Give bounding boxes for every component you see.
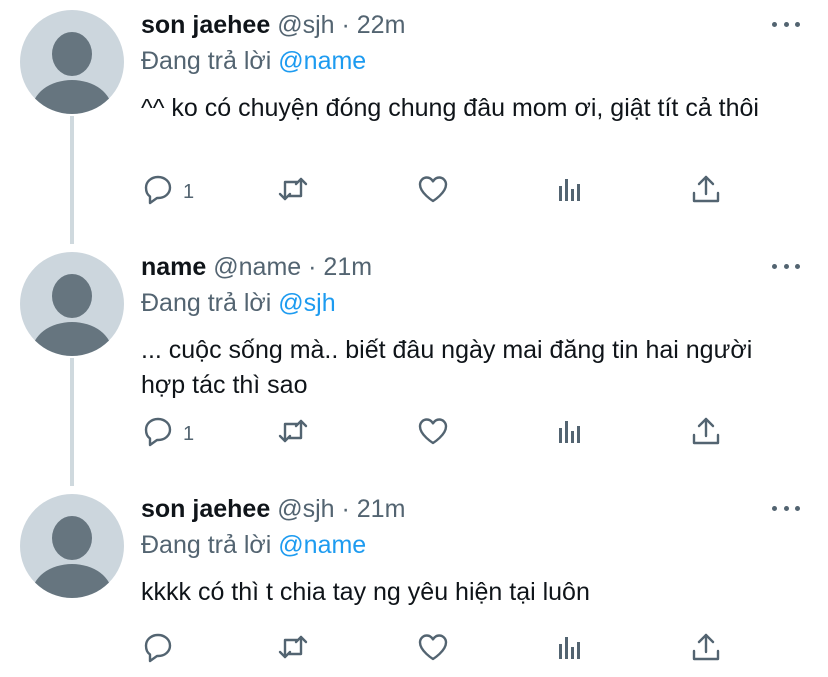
mention-link[interactable]: @sjh — [278, 289, 335, 317]
retweet-icon — [276, 414, 310, 454]
avatar[interactable] — [20, 252, 124, 356]
separator: · — [341, 495, 350, 523]
mention-link[interactable]: @name — [278, 47, 366, 75]
reply-count: 1 — [183, 180, 195, 203]
more-icon[interactable] — [772, 262, 800, 270]
reply-icon — [141, 630, 175, 670]
more-icon[interactable] — [772, 504, 800, 512]
tweet-text: ... cuộc sống mà.. biết đâu ngày mai đăn… — [141, 336, 753, 399]
heart-icon — [416, 414, 450, 454]
replying-label: Đang trả lời — [141, 47, 272, 75]
like-button[interactable] — [416, 172, 450, 212]
timestamp[interactable]: 21m — [357, 495, 406, 523]
handle[interactable]: @sjh — [277, 11, 334, 39]
replying-label: Đang trả lời — [141, 531, 272, 559]
timestamp[interactable]: 21m — [323, 253, 372, 281]
separator: · — [341, 11, 350, 39]
separator: · — [308, 253, 317, 281]
like-button[interactable] — [416, 630, 450, 670]
tweet-text: kkkk có thì t chia tay ng yêu hiện tại l… — [141, 578, 590, 606]
share-button[interactable] — [689, 414, 723, 454]
replying-label: Đang trả lời — [141, 289, 272, 317]
reply-icon — [141, 172, 175, 212]
tweet-header: son jaehee @sjh · 22m — [141, 10, 405, 40]
handle[interactable]: @name — [213, 253, 301, 281]
action-bar: 1 — [141, 172, 741, 212]
replying-to: Đang trả lời @name — [141, 530, 366, 560]
tweet[interactable]: son jaehee @sjh · 22m Đang trả lời @name… — [0, 0, 828, 242]
reply-icon — [141, 414, 175, 454]
reply-button[interactable]: 1 — [141, 172, 194, 212]
mention-link[interactable]: @name — [278, 531, 366, 559]
display-name[interactable]: name — [141, 253, 206, 281]
share-icon — [689, 172, 723, 212]
analytics-icon — [553, 414, 587, 454]
retweet-button[interactable] — [276, 172, 310, 212]
action-bar: 1 — [141, 414, 741, 454]
like-button[interactable] — [416, 414, 450, 454]
display-name[interactable]: son jaehee — [141, 11, 270, 39]
analytics-icon — [553, 172, 587, 212]
handle[interactable]: @sjh — [277, 495, 334, 523]
retweet-button[interactable] — [276, 630, 310, 670]
avatar[interactable] — [20, 10, 124, 114]
analytics-icon — [553, 630, 587, 670]
analytics-button[interactable] — [553, 630, 587, 670]
retweet-icon — [276, 630, 310, 670]
timestamp[interactable]: 22m — [357, 11, 406, 39]
retweet-button[interactable] — [276, 414, 310, 454]
avatar[interactable] — [20, 494, 124, 598]
more-icon[interactable] — [772, 20, 800, 28]
share-button[interactable] — [689, 630, 723, 670]
replying-to: Đang trả lời @name — [141, 46, 366, 76]
share-button[interactable] — [689, 172, 723, 212]
analytics-button[interactable] — [553, 172, 587, 212]
tweet[interactable]: name @name · 21m Đang trả lời @sjh ... c… — [0, 242, 828, 484]
replying-to: Đang trả lời @sjh — [141, 288, 336, 318]
reply-button[interactable]: 1 — [141, 414, 194, 454]
display-name[interactable]: son jaehee — [141, 495, 270, 523]
tweet-header: name @name · 21m — [141, 252, 372, 282]
action-bar — [141, 630, 741, 670]
share-icon — [689, 630, 723, 670]
tweet-header: son jaehee @sjh · 21m — [141, 494, 405, 524]
heart-icon — [416, 172, 450, 212]
reply-count: 1 — [183, 422, 195, 445]
reply-button[interactable] — [141, 630, 175, 670]
analytics-button[interactable] — [553, 414, 587, 454]
tweet[interactable]: son jaehee @sjh · 21m Đang trả lời @name… — [0, 484, 828, 677]
tweet-text: ^^ ko có chuyện đóng chung đâu mom ơi, g… — [141, 94, 759, 122]
heart-icon — [416, 630, 450, 670]
retweet-icon — [276, 172, 310, 212]
share-icon — [689, 414, 723, 454]
